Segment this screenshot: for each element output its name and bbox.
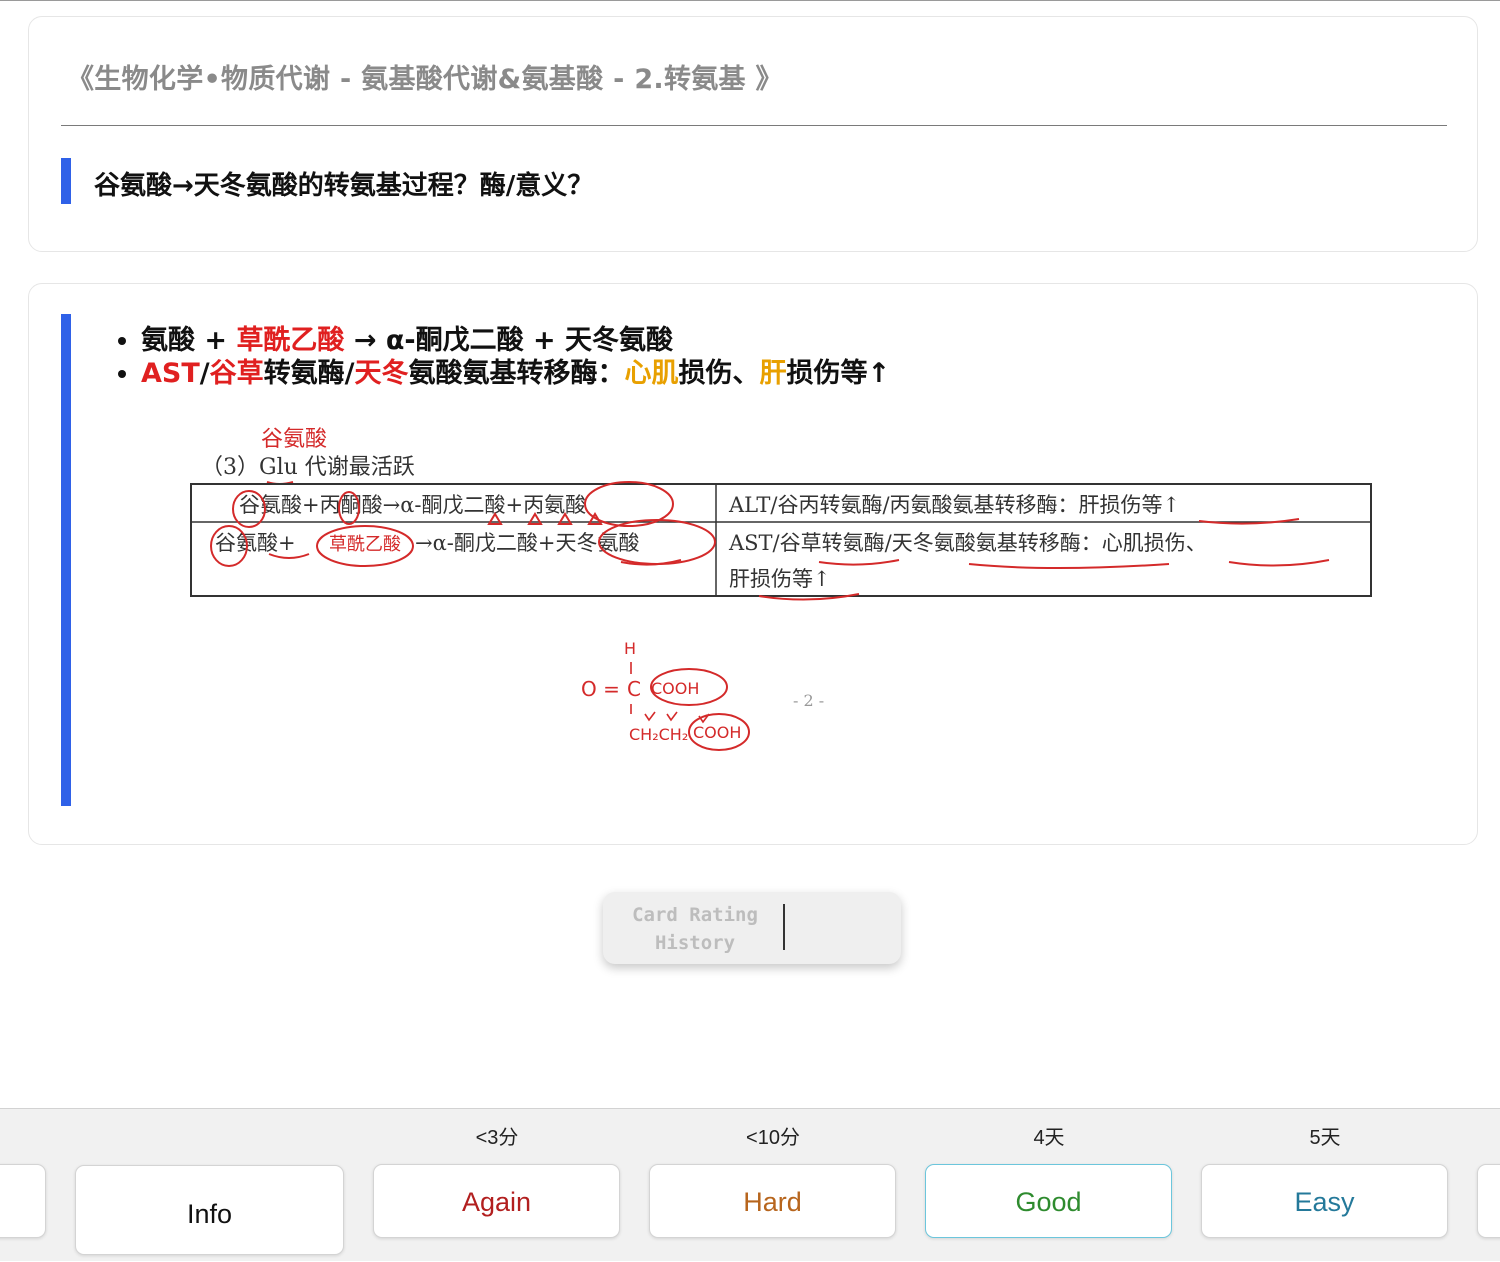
table-cell: AST/谷草转氨酶/天冬氨酸氨基转移酶：心肌损伤、 [728, 531, 1207, 555]
answer-highlight-orange: 心肌 [624, 358, 679, 389]
chem-label: H [624, 639, 636, 658]
question-text: 谷氨酸→天冬氨酸的转氨基过程？酶/意义？ [94, 171, 594, 201]
notes-image: 谷氨酸 （3）Glu 代谢最活跃 谷氨酸+丙酮酸→α-酮戊二酸+丙氨酸 ALT/… [190, 427, 1372, 751]
answer-accent-bar [61, 314, 71, 806]
easy-button[interactable]: Easy [1201, 1164, 1448, 1238]
answer-text: 转氨酶/ [263, 358, 355, 389]
answer-button-bar: <3分 <10分 4天 5天 Info Again Hard Good Easy [0, 1108, 1500, 1261]
info-button[interactable]: Info [75, 1165, 344, 1255]
good-button[interactable]: Good [925, 1164, 1172, 1238]
easy-interval: 5天 [1309, 1127, 1341, 1149]
hard-interval: <10分 [746, 1127, 800, 1149]
answer-list: 氨酸 + 草酰乙酸 → α-酮戊二酸 + 天冬氨酸 AST/谷草转氨酶/天冬氨酸… [109, 324, 890, 390]
answer-line-2: AST/谷草转氨酶/天冬氨酸氨基转移酶：心肌损伤、肝损伤等↑ [141, 357, 890, 390]
deck-title: 《生物化学•物质代谢 - 氨基酸代谢&氨基酸 - 2.转氨基 》 [67, 64, 783, 95]
page-number: - 2 - [793, 691, 824, 710]
chem-label: C [627, 677, 641, 701]
card-rating-history[interactable]: Card Rating History [603, 892, 901, 964]
answer-text: 损伤等↑ [786, 358, 891, 389]
answer-text: 氨酸 + [141, 325, 237, 356]
notes-heading: （3）Glu 代谢最活跃 [201, 455, 415, 480]
handwritten-annotation: 谷氨酸 [261, 427, 327, 452]
table-cell: 谷氨酸+丙酮酸→α-酮戊二酸+丙氨酸 [239, 493, 586, 517]
title-divider [61, 125, 1447, 126]
answer-highlight-red: 天冬 [354, 358, 409, 389]
answer-highlight-red: 谷草 [209, 358, 264, 389]
answer-text: 氨酸氨基转移酶： [408, 358, 625, 389]
hard-button[interactable]: Hard [649, 1164, 896, 1238]
answer-highlight-red: AST [141, 358, 200, 389]
again-button[interactable]: Again [373, 1164, 620, 1238]
chem-label: O = [581, 677, 620, 701]
rating-history-cursor [783, 904, 785, 950]
chem-label: COOH [693, 723, 741, 742]
answer-text: → α-酮戊二酸 + 天冬氨酸 [344, 325, 674, 356]
chem-label: CH₂CH₂ [629, 725, 688, 744]
window-top-border [0, 0, 1500, 1]
answer-text: 损伤、 [678, 358, 760, 389]
handwritten-annotation: 草酰乙酸 [329, 534, 401, 555]
table-cell: 谷氨酸+ [215, 531, 296, 555]
question-accent-bar [61, 158, 71, 204]
answer-card: 氨酸 + 草酰乙酸 → α-酮戊二酸 + 天冬氨酸 AST/谷草转氨酶/天冬氨酸… [28, 283, 1478, 845]
answer-text: / [199, 358, 210, 389]
table-cell: ALT/谷丙转氨酶/丙氨酸氨基转移酶：肝损伤等↑ [728, 493, 1180, 517]
table-cell: 肝损伤等↑ [729, 567, 831, 591]
answer-highlight-orange: 肝 [759, 358, 787, 389]
handwritten-chemistry: H O = C COOH CH₂CH₂ COOH - 2 - [581, 639, 824, 751]
more-button-partial[interactable] [1477, 1164, 1500, 1238]
chem-label: COOH [651, 679, 699, 698]
answer-highlight-red: 草酰乙酸 [236, 325, 345, 356]
again-interval: <3分 [475, 1127, 519, 1149]
good-interval: 4天 [1033, 1127, 1065, 1149]
rating-history-label: Card Rating History [632, 904, 758, 954]
answer-line-1: 氨酸 + 草酰乙酸 → α-酮戊二酸 + 天冬氨酸 [141, 324, 890, 357]
edit-button-partial[interactable] [0, 1164, 46, 1238]
question-card: 《生物化学•物质代谢 - 氨基酸代谢&氨基酸 - 2.转氨基 》 谷氨酸→天冬氨… [28, 16, 1478, 252]
